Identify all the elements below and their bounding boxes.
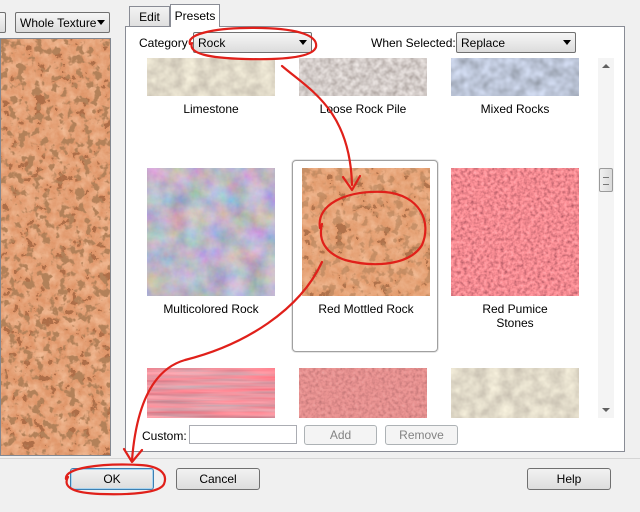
category-select[interactable]: Rock — [193, 32, 312, 53]
limestone-thumbnail — [147, 58, 275, 96]
when-selected-value: Replace — [461, 35, 506, 50]
preset-name: Mixed Rocks — [480, 102, 550, 116]
category-value: Rock — [198, 35, 226, 50]
loose-rock-pile-thumbnail — [299, 58, 427, 96]
preset-item[interactable] — [138, 366, 284, 418]
custom-label: Custom: — [142, 429, 187, 443]
preset-item-red-mottled-rock[interactable]: Red Mottled Rock — [292, 160, 438, 352]
when-selected-label: When Selected: — [371, 36, 456, 50]
preset-item-loose-rock-pile[interactable]: Loose Rock Pile — [290, 58, 436, 120]
preset-name: Red Mottled Rock — [318, 302, 414, 316]
preset-grid: Limestone Loose Rock Pile Mixed Rocks Mu… — [138, 58, 596, 418]
red-pumice-stones-thumbnail — [451, 168, 579, 296]
preset-name: Red Pumice Stones — [482, 302, 548, 330]
preset-name: Loose Rock Pile — [319, 102, 407, 116]
preset-item-multicolored-rock[interactable]: Multicolored Rock — [138, 160, 284, 352]
chevron-down-icon — [563, 40, 571, 45]
preset-item-limestone[interactable]: Limestone — [138, 58, 284, 120]
preset-item-mixed-rocks[interactable]: Mixed Rocks — [442, 58, 588, 120]
mixed-rocks-thumbnail — [451, 58, 579, 96]
preset-item[interactable] — [442, 366, 588, 418]
preset-item-red-pumice-stones[interactable]: Red Pumice Stones — [442, 160, 588, 352]
scroll-down-arrow-icon[interactable] — [602, 408, 610, 412]
red-mottled-rock-thumbnail — [302, 168, 430, 296]
preset-item[interactable] — [290, 366, 436, 418]
preset-name: Multicolored Rock — [163, 302, 259, 316]
when-selected-select[interactable]: Replace — [456, 32, 576, 53]
scroll-up-arrow-icon[interactable] — [602, 64, 610, 68]
red-striped-rock-thumbnail — [147, 368, 275, 418]
red-stones-thumbnail — [299, 368, 427, 418]
remove-button-label: Remove — [399, 428, 444, 442]
add-button-label: Add — [329, 428, 352, 442]
scrollbar-thumb[interactable] — [599, 168, 613, 192]
preset-name: Limestone — [183, 102, 239, 116]
chevron-down-icon — [299, 40, 307, 45]
category-label: Category — [139, 36, 188, 50]
add-button[interactable]: Add — [304, 425, 377, 445]
beige-rock-thumbnail — [451, 368, 579, 418]
remove-button[interactable]: Remove — [385, 425, 458, 445]
custom-name-field[interactable] — [189, 425, 297, 444]
multicolored-rock-thumbnail — [147, 168, 275, 296]
preset-scrollbar[interactable] — [598, 58, 614, 418]
